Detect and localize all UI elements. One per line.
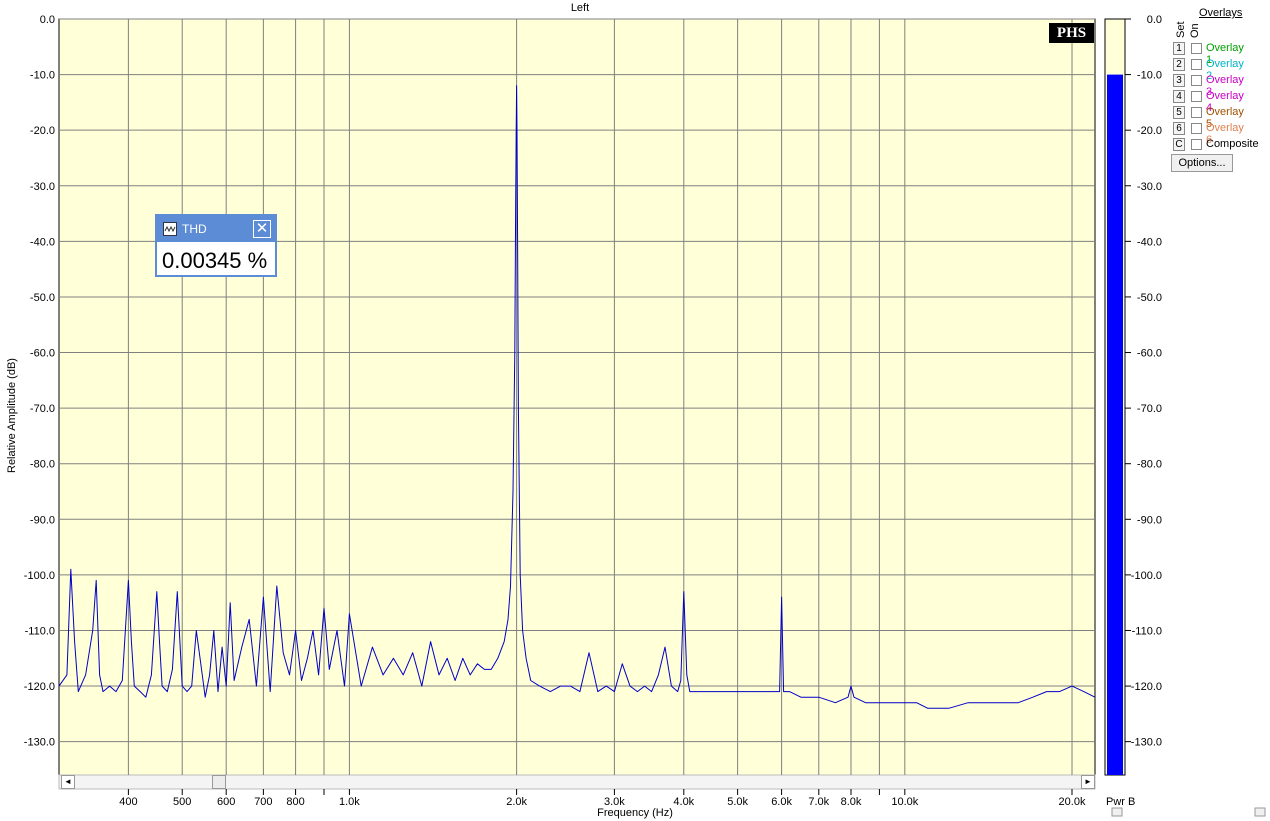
thd-value: 0.00345 % (162, 248, 268, 273)
x-tick-label: 700 (254, 796, 272, 808)
meter-tick-label: 0.0 (1147, 14, 1162, 26)
meter-tick-label: -70.0 (1137, 403, 1162, 415)
window-resize-grip (1254, 807, 1266, 817)
overlay-on-checkbox-4[interactable] (1191, 91, 1202, 102)
x-tick-label: 7.0k (808, 796, 829, 808)
overlay-set-button-3[interactable]: 3 (1173, 74, 1185, 87)
overlay-on-checkbox-c[interactable] (1191, 139, 1202, 150)
overlay-on-checkbox-5[interactable] (1191, 107, 1202, 118)
y-tick-label: -10.0 (30, 70, 55, 82)
meter-label: Pwr B (1106, 796, 1136, 808)
on-column-label: On (1189, 23, 1201, 38)
meter-tick-label: -50.0 (1137, 292, 1162, 304)
x-tick-label: 20.0k (1059, 796, 1086, 808)
y-tick-label: -70.0 (30, 403, 55, 415)
overlay-on-checkbox-2[interactable] (1191, 59, 1202, 70)
options-button[interactable]: Options... (1171, 154, 1233, 172)
chart-title: Left (570, 2, 590, 14)
meter-tick-label: -10.0 (1137, 70, 1162, 82)
overlay-set-button-5[interactable]: 5 (1173, 106, 1185, 119)
meter-tick-label: -60.0 (1137, 348, 1162, 360)
y-tick-label: -40.0 (30, 236, 55, 248)
x-tick-label: 8.0k (841, 796, 862, 808)
y-tick-label: -80.0 (30, 459, 55, 471)
y-tick-label: -130.0 (24, 737, 55, 749)
y-tick-label: -90.0 (30, 514, 55, 526)
meter-tick-label: -90.0 (1137, 514, 1162, 526)
meter-scroll-button (1111, 807, 1123, 817)
overlay-label: Composite (1206, 138, 1259, 150)
thd-title: THD (182, 222, 207, 236)
meter-tick-label: -130.0 (1131, 737, 1162, 749)
x-tick-label: 5.0k (727, 796, 748, 808)
x-tick-label: 1.0k (339, 796, 360, 808)
waveform-icon (163, 222, 177, 236)
overlay-on-checkbox-6[interactable] (1191, 123, 1202, 134)
close-icon[interactable]: ✕ (253, 220, 271, 238)
meter-tick-label: -30.0 (1137, 181, 1162, 193)
y-tick-label: -120.0 (24, 681, 55, 693)
x-tick-label: 10.0k (891, 796, 918, 808)
thd-readout-window[interactable]: THD ✕ 0.00345 % (155, 214, 277, 277)
x-axis-label: Frequency (Hz) (597, 807, 673, 819)
overlay-set-button-c[interactable]: C (1173, 138, 1185, 151)
meter-tick-label: -110.0 (1132, 625, 1162, 637)
y-tick-label: -60.0 (30, 348, 55, 360)
x-tick-label: 6.0k (771, 796, 792, 808)
overlay-on-checkbox-1[interactable] (1191, 43, 1202, 54)
set-column-label: Set (1175, 21, 1187, 38)
y-tick-label: -50.0 (30, 292, 55, 304)
meter-tick-label: -20.0 (1137, 125, 1162, 137)
phs-logo: PHS (1049, 23, 1094, 43)
x-tick-label: 500 (173, 796, 191, 808)
overlays-title: Overlays (1199, 7, 1243, 19)
x-tick-label: 400 (119, 796, 137, 808)
meter-tick-label: -40.0 (1137, 236, 1162, 248)
thd-title-bar[interactable]: THD ✕ (157, 216, 275, 242)
plot-area (58, 18, 1096, 776)
meter-tick-label: -80.0 (1137, 459, 1162, 471)
scroll-left-button[interactable]: ◄ (61, 775, 75, 789)
meter-tick-label: -120.0 (1131, 681, 1162, 693)
y-tick-label: -110.0 (25, 625, 55, 637)
y-tick-label: -100.0 (24, 570, 55, 582)
overlay-set-button-2[interactable]: 2 (1173, 58, 1185, 71)
y-tick-label: -20.0 (30, 125, 55, 137)
meter-fill (1107, 74, 1123, 775)
x-tick-label: 800 (286, 796, 304, 808)
spectrum-chart: 0.0 -10.0 -20.0 -30.0 -40.0 -50.0 -60.0 -70.0 -8… (24, 14, 1266, 817)
overlay-on-checkbox-3[interactable] (1191, 75, 1202, 86)
scroll-thumb[interactable] (212, 775, 226, 789)
overlay-set-button-6[interactable]: 6 (1173, 122, 1185, 135)
y-tick-label: 0.0 (40, 14, 55, 26)
x-tick-label: 600 (217, 796, 235, 808)
meter-tick-label: -100.0 (1131, 570, 1162, 582)
overlay-set-button-1[interactable]: 1 (1173, 42, 1185, 55)
y-tick-label: -30.0 (30, 181, 55, 193)
scroll-right-button[interactable]: ► (1081, 775, 1095, 789)
y-axis-label: Relative Amplitude (dB) (6, 358, 18, 473)
overlay-set-button-4[interactable]: 4 (1173, 90, 1185, 103)
x-tick-label: 2.0k (506, 796, 527, 808)
